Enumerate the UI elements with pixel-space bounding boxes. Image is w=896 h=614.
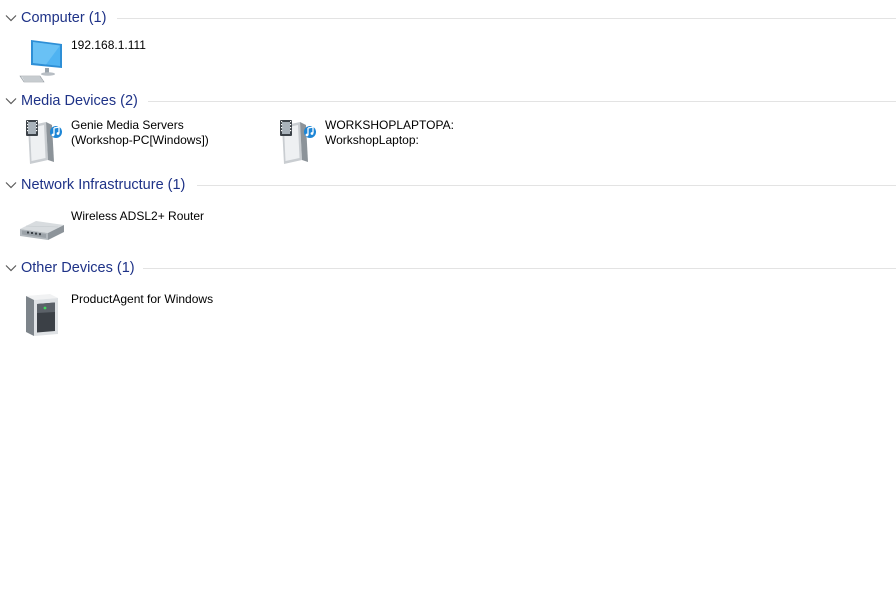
group-header-network-infrastructure[interactable]: Network Infrastructure (1) bbox=[0, 175, 896, 197]
group-separator bbox=[117, 18, 896, 19]
chevron-down-icon[interactable] bbox=[5, 179, 17, 191]
group-header-other-devices[interactable]: Other Devices (1) bbox=[0, 258, 896, 280]
group-title: Media Devices (2) bbox=[21, 93, 138, 109]
device-label: Genie Media Servers (Workshop-PC[Windows… bbox=[71, 118, 209, 147]
router-icon bbox=[20, 221, 64, 240]
chevron-down-icon[interactable] bbox=[5, 262, 17, 274]
device-item-192-168-1-111[interactable]: 192.168.1.111 bbox=[18, 38, 238, 88]
device-item-productagent[interactable]: ProductAgent for Windows bbox=[18, 292, 258, 342]
group-header-computer[interactable]: Computer (1) bbox=[0, 8, 896, 30]
group-title: Network Infrastructure (1) bbox=[21, 177, 186, 193]
device-label: WORKSHOPLAPTOPA: WorkshopLaptop: bbox=[325, 118, 454, 147]
media-device-icon bbox=[280, 120, 316, 164]
media-device-icon bbox=[26, 120, 62, 164]
group-title: Other Devices (1) bbox=[21, 260, 135, 276]
device-label: 192.168.1.111 bbox=[71, 38, 146, 52]
device-label: Wireless ADSL2+ Router bbox=[71, 209, 205, 223]
group-separator bbox=[148, 101, 896, 102]
device-item-workshoplaptopa[interactable]: WORKSHOPLAPTOPA: WorkshopLaptop: bbox=[272, 118, 512, 168]
chevron-down-icon[interactable] bbox=[5, 12, 17, 24]
group-header-media-devices[interactable]: Media Devices (2) bbox=[0, 91, 896, 113]
device-item-wireless-router[interactable]: Wireless ADSL2+ Router bbox=[18, 209, 258, 259]
chevron-down-icon[interactable] bbox=[5, 95, 17, 107]
group-separator bbox=[197, 185, 896, 186]
computer-icon bbox=[19, 40, 62, 83]
group-separator bbox=[143, 268, 896, 269]
network-explorer-view: Computer (1) 192.168.1.111 Media Devices… bbox=[0, 0, 896, 614]
group-title: Computer (1) bbox=[21, 10, 107, 26]
device-label: ProductAgent for Windows bbox=[71, 292, 214, 306]
generic-device-icon bbox=[26, 294, 58, 336]
device-item-genie-media-servers[interactable]: Genie Media Servers (Workshop-PC[Windows… bbox=[18, 118, 258, 168]
